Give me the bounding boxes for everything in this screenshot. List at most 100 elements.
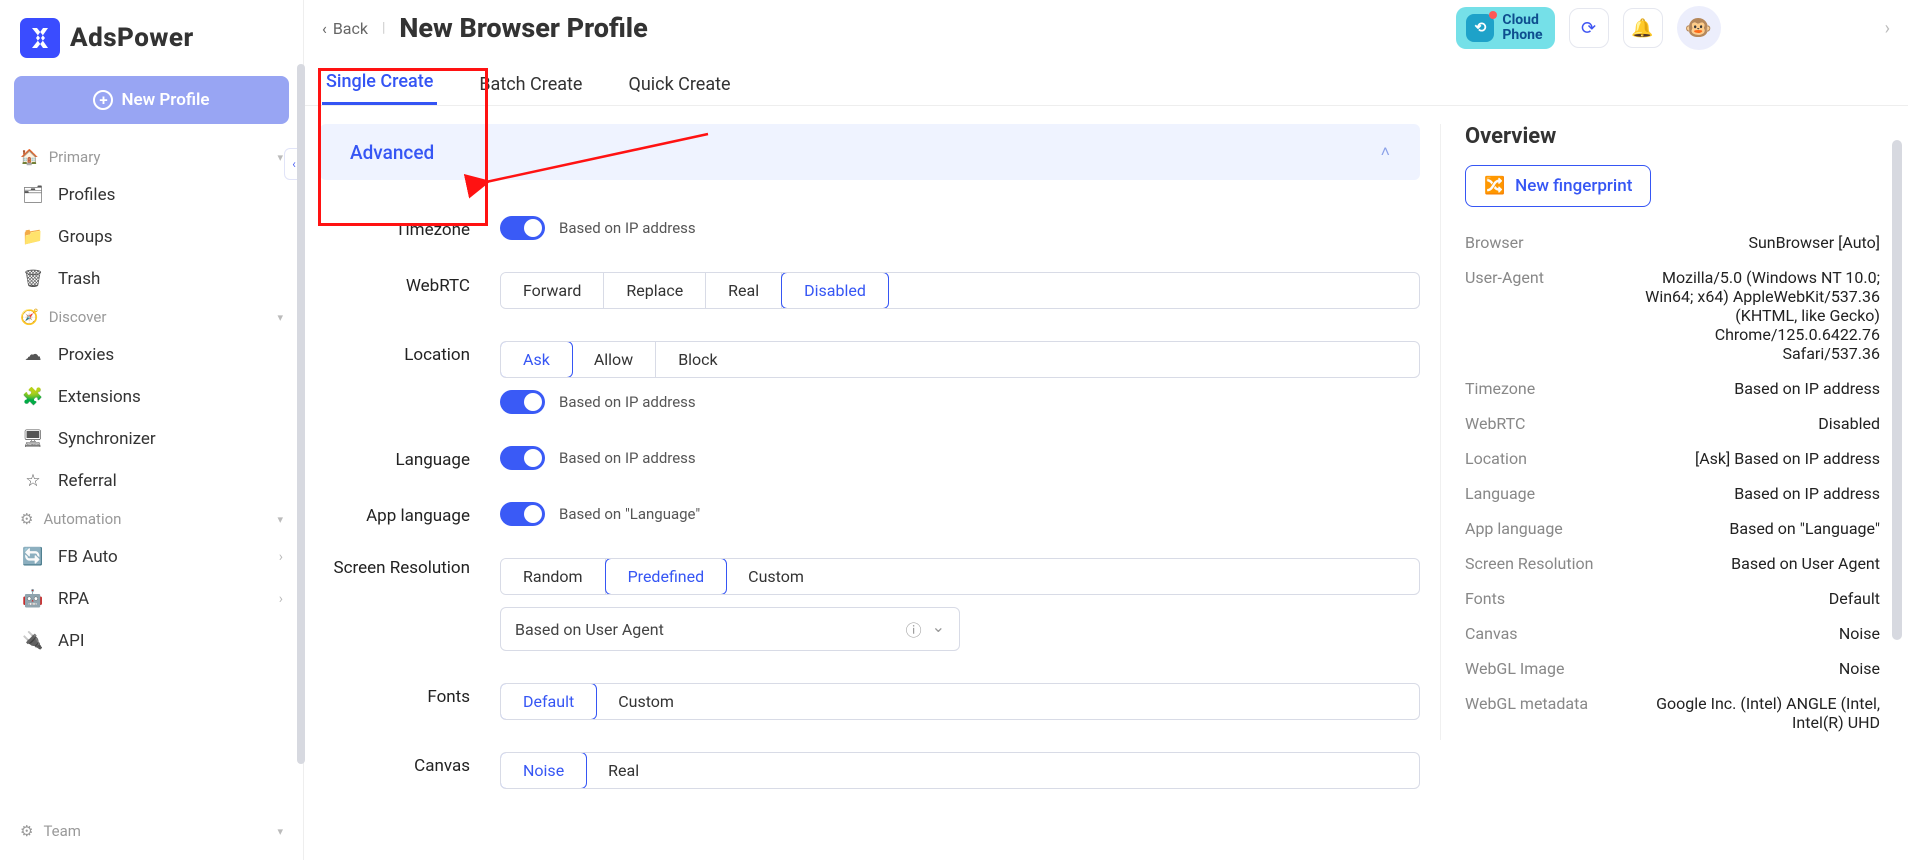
opt-fonts-default[interactable]: Default (500, 683, 597, 720)
back-button[interactable]: ‹Back (322, 19, 368, 38)
opt-screen-custom[interactable]: Custom (726, 559, 826, 594)
label-app-language: App language (320, 502, 500, 526)
chevron-down-icon: ▾ (277, 311, 283, 324)
sidebar-item-extensions[interactable]: 🧩Extensions (0, 376, 303, 418)
toggle-location-ip[interactable] (500, 390, 545, 414)
sidebar-item-trash[interactable]: 🗑Trash (0, 258, 303, 300)
opt-canvas-noise[interactable]: Noise (500, 752, 587, 789)
overview-title: Overview (1465, 124, 1880, 149)
chevron-down-icon: ⌄ (932, 617, 945, 641)
sidebar-item-synchronizer[interactable]: 🖥Synchronizer (0, 418, 303, 460)
robot-icon: 🤖 (22, 588, 44, 610)
seg-canvas: Noise Real (500, 752, 1420, 789)
sidebar: AdsPower + New Profile 🏠Primary ▾ 🗂Profi… (0, 0, 304, 860)
avatar-icon: 🐵 (1685, 16, 1712, 41)
api-icon: 🔌 (22, 630, 44, 652)
gear-icon: ⚙ (20, 822, 33, 840)
label-canvas: Canvas (320, 752, 500, 776)
section-team[interactable]: ⚙Team ▾ (0, 814, 303, 848)
label-timezone: Timezone (320, 216, 500, 240)
separator: | (382, 20, 385, 36)
avatar-button[interactable]: 🐵 (1677, 6, 1721, 50)
seg-fonts: Default Custom (500, 683, 1420, 720)
chevron-left-icon: ‹ (322, 19, 327, 38)
sidebar-item-api[interactable]: 🔌API (0, 620, 303, 662)
section-primary[interactable]: 🏠Primary ▾ (0, 140, 303, 174)
seg-webrtc: Forward Replace Real Disabled (500, 272, 1420, 309)
opt-screen-random[interactable]: Random (501, 559, 606, 594)
chevron-up-icon: ˄ (1381, 142, 1390, 162)
tab-batch-create[interactable]: Batch Create (475, 64, 586, 105)
opt-webrtc-real[interactable]: Real (706, 273, 782, 308)
new-profile-button[interactable]: + New Profile (14, 76, 289, 124)
brand: AdsPower (0, 12, 303, 76)
chevron-down-icon: ▾ (277, 513, 283, 526)
sidebar-item-fb-auto[interactable]: 🔄FB Auto› (0, 536, 303, 578)
advanced-title: Advanced (350, 141, 434, 164)
row-location: Location Ask Allow Block Based on IP add… (320, 325, 1420, 430)
opt-screen-predefined[interactable]: Predefined (605, 558, 728, 595)
sidebar-item-groups[interactable]: 📁Groups (0, 216, 303, 258)
label-fonts: Fonts (320, 683, 500, 707)
opt-webrtc-forward[interactable]: Forward (501, 273, 604, 308)
helper-timezone: Based on IP address (559, 219, 696, 237)
star-icon: ☆ (22, 470, 44, 492)
label-screen-resolution: Screen Resolution (320, 558, 500, 578)
automation-icon: ⚙ (20, 510, 33, 528)
brand-name: AdsPower (70, 23, 194, 53)
section-discover[interactable]: 🧭Discover ▾ (0, 300, 303, 334)
refresh-button[interactable]: ⟳ (1569, 8, 1609, 48)
logo-icon (20, 18, 60, 58)
extension-icon: 🧩 (22, 386, 44, 408)
chevron-right-icon: › (279, 591, 283, 607)
chevron-down-icon: ▾ (277, 825, 283, 838)
home-icon: 🏠 (20, 148, 39, 166)
advanced-section-header[interactable]: Advanced ˄ (320, 124, 1420, 180)
refresh-icon: ⟳ (1581, 18, 1596, 39)
tab-quick-create[interactable]: Quick Create (624, 64, 734, 105)
label-webrtc: WebRTC (320, 272, 500, 296)
toggle-language[interactable] (500, 446, 545, 470)
notifications-button[interactable]: 🔔 (1623, 8, 1663, 48)
toggle-timezone[interactable] (500, 216, 545, 240)
sidebar-scrollbar[interactable] (297, 64, 305, 834)
select-user-agent-res[interactable]: Based on User Agent ⓘ⌄ (500, 607, 960, 651)
row-language: Language Based on IP address (320, 430, 1420, 486)
row-fonts: Fonts Default Custom (320, 667, 1420, 736)
section-automation[interactable]: ⚙Automation ▾ (0, 502, 303, 536)
row-webrtc: WebRTC Forward Replace Real Disabled (320, 256, 1420, 325)
opt-fonts-custom[interactable]: Custom (596, 684, 696, 719)
chevron-right-icon: › (1885, 18, 1890, 39)
plus-icon: + (93, 90, 113, 110)
proxy-icon: ☁ (22, 344, 44, 366)
label-language: Language (320, 446, 500, 470)
sync-icon: 🖥 (22, 428, 44, 450)
sidebar-item-profiles[interactable]: 🗂Profiles (0, 174, 303, 216)
seg-screen: Random Predefined Custom (500, 558, 1420, 595)
main-scrollbar[interactable] (1892, 140, 1902, 760)
folder-icon: 📁 (22, 226, 44, 248)
cloud-phone-button[interactable]: ⟲ CloudPhone (1456, 7, 1554, 48)
opt-webrtc-replace[interactable]: Replace (604, 273, 706, 308)
row-canvas: Canvas Noise Real (320, 736, 1420, 805)
opt-webrtc-disabled[interactable]: Disabled (781, 272, 889, 309)
opt-location-ask[interactable]: Ask (500, 341, 573, 378)
refresh-icon: 🔄 (22, 546, 44, 568)
cloud-phone-icon: ⟲ (1466, 14, 1494, 42)
toggle-app-language[interactable] (500, 502, 545, 526)
opt-location-block[interactable]: Block (656, 342, 739, 377)
sidebar-item-referral[interactable]: ☆Referral (0, 460, 303, 502)
row-app-language: App language Based on "Language" (320, 486, 1420, 542)
compass-icon: 🧭 (20, 308, 39, 326)
create-tabs: Single Create Batch Create Quick Create (304, 56, 1908, 106)
info-icon: ⓘ (906, 617, 922, 641)
tab-single-create[interactable]: Single Create (322, 61, 437, 105)
page-title: New Browser Profile (399, 12, 647, 44)
sidebar-item-proxies[interactable]: ☁Proxies (0, 334, 303, 376)
opt-location-allow[interactable]: Allow (572, 342, 656, 377)
bell-icon: 🔔 (1631, 18, 1653, 39)
sidebar-item-rpa[interactable]: 🤖RPA› (0, 578, 303, 620)
folder-icon: 🗂 (22, 184, 44, 206)
opt-canvas-real[interactable]: Real (586, 753, 661, 788)
new-fingerprint-button[interactable]: 🔀 New fingerprint (1465, 165, 1651, 207)
